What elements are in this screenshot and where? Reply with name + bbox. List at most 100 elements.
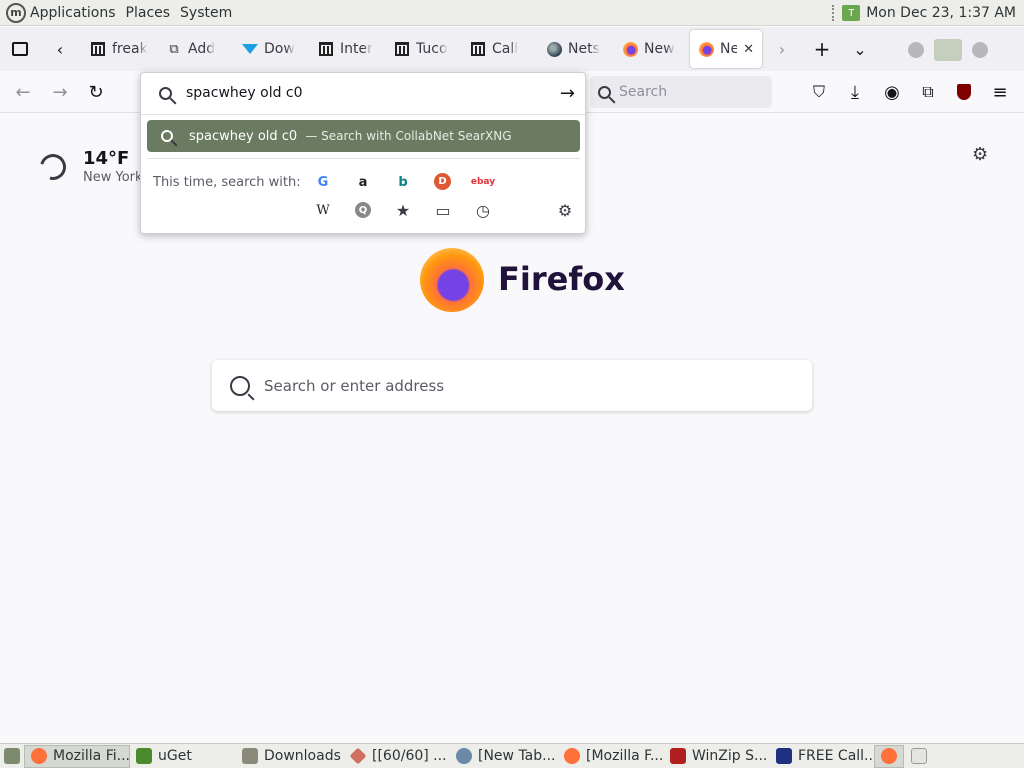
ebay-engine-icon[interactable]: ebay: [471, 171, 495, 193]
menu-places[interactable]: Places: [126, 5, 171, 21]
tab-tuco[interactable]: Tuco: [386, 30, 462, 68]
bing-engine-icon[interactable]: b: [392, 171, 414, 193]
terminal-icon[interactable]: T: [842, 5, 861, 21]
new-tab-search-input[interactable]: Search or enter address: [212, 360, 812, 411]
puzzle-piece-icon: ⧉: [922, 82, 934, 101]
search-suggestion-row[interactable]: spacwhey old c0 — Search with CollabNet …: [147, 120, 580, 152]
library-icon: [394, 41, 410, 57]
firefox-icon: [622, 41, 638, 57]
google-engine-icon[interactable]: G: [312, 171, 334, 193]
taskbar-item[interactable]: Mozilla Fi...: [24, 744, 130, 768]
library-icon: [470, 41, 486, 57]
amazon-engine-icon[interactable]: a: [352, 171, 374, 193]
arrow-left-icon: ←: [15, 81, 31, 103]
pocket-icon: ⛉: [812, 82, 825, 101]
desktop-icon: [4, 748, 20, 764]
moon-icon: [35, 149, 71, 185]
taskbar-item[interactable]: Downloads: [236, 745, 344, 768]
tab-add[interactable]: ⧉ Add: [158, 30, 234, 68]
tabs-icon[interactable]: ▭: [432, 199, 454, 221]
search-icon: [159, 86, 172, 100]
url-input-value: spacwhey old c0: [186, 85, 303, 101]
duckduckgo-engine-icon[interactable]: D: [434, 173, 451, 190]
ublock-shield-icon: [957, 84, 971, 100]
ublock-button[interactable]: [951, 79, 977, 105]
bottom-taskbar: Mozilla Fi... uGet Downloads [[60/60] ..…: [0, 743, 1024, 768]
tab-nets[interactable]: Nets: [538, 30, 614, 68]
new-tab-search-placeholder: Search or enter address: [264, 376, 445, 395]
chevron-left-icon: ‹: [56, 39, 64, 59]
show-desktop-button[interactable]: [0, 745, 24, 768]
workspace-2-button[interactable]: [904, 745, 934, 768]
app-menu-button[interactable]: ≡: [987, 79, 1013, 105]
extensions-button[interactable]: ⧉: [915, 79, 941, 105]
tab-freak[interactable]: freak: [82, 30, 158, 68]
globe-icon: [456, 748, 472, 764]
globe-icon: [546, 41, 562, 57]
reload-button[interactable]: ↻: [83, 79, 109, 105]
wikipedia-engine-icon[interactable]: W: [312, 199, 334, 221]
plus-icon: +: [813, 37, 831, 61]
downloads-button[interactable]: ⤓: [842, 79, 868, 105]
close-window-button[interactable]: [972, 42, 988, 58]
scroll-tabs-right-button[interactable]: ›: [768, 35, 796, 63]
firefox-icon: [698, 41, 714, 57]
taskbar-item[interactable]: uGet: [130, 745, 236, 768]
maximize-button[interactable]: [934, 39, 962, 61]
taskbar-item[interactable]: FREE Call...: [770, 745, 874, 768]
workspace-1-button[interactable]: [874, 744, 904, 768]
tab-download[interactable]: Dow: [234, 30, 310, 68]
account-button[interactable]: ◉: [879, 79, 905, 105]
hamburger-menu-icon: ≡: [992, 81, 1008, 103]
mint-logo-icon[interactable]: m: [6, 2, 26, 23]
panel-grip-icon: [832, 5, 836, 21]
tab-active-new-tab[interactable]: Ne ✕: [690, 30, 762, 68]
pocket-button[interactable]: ⛉: [806, 79, 832, 105]
tab-call[interactable]: Call: [462, 30, 538, 68]
menu-system[interactable]: System: [180, 5, 232, 21]
bookmarks-star-icon[interactable]: ★: [392, 199, 414, 221]
suggestion-engine-label: — Search with CollabNet SearXNG: [305, 128, 512, 143]
new-tab-button[interactable]: +: [808, 35, 836, 63]
chevron-down-icon: ⌄: [853, 39, 867, 59]
back-button[interactable]: ←: [10, 79, 36, 105]
search-settings-gear-icon[interactable]: ⚙: [554, 199, 576, 221]
scroll-tabs-left-button[interactable]: ‹: [46, 35, 74, 63]
firefox-view-button[interactable]: [6, 35, 34, 63]
minimize-button[interactable]: [908, 42, 924, 58]
firefox-icon: [564, 748, 580, 764]
extension-icon: ⧉: [169, 41, 179, 57]
clock[interactable]: Mon Dec 23, 1:37 AM: [866, 5, 1016, 21]
close-tab-icon[interactable]: ✕: [743, 42, 754, 57]
history-clock-icon[interactable]: ◷: [472, 199, 494, 221]
taskbar-item[interactable]: [Mozilla F...: [558, 745, 664, 768]
winzip-icon: [670, 748, 686, 764]
forward-button[interactable]: →: [47, 79, 73, 105]
searx-engine-icon[interactable]: Q: [355, 202, 371, 218]
tab-strip: ‹ freak ⧉ Add Dow Inter Tuco Call Nets Ne…: [0, 27, 1024, 71]
library-icon: [318, 41, 334, 57]
tab-inter[interactable]: Inter: [310, 30, 386, 68]
go-arrow-icon[interactable]: →: [560, 83, 575, 104]
diamond-icon: [349, 747, 367, 765]
weather-temperature: 14°F: [83, 148, 130, 169]
taskbar-item[interactable]: WinZip S...: [664, 745, 770, 768]
reload-icon: ↻: [88, 81, 104, 103]
taskbar-item[interactable]: [[60/60] ...: [344, 745, 450, 768]
toolbar-search-placeholder: Search: [619, 84, 668, 100]
page-settings-gear-icon[interactable]: ⚙: [972, 144, 988, 165]
library-icon: [90, 41, 106, 57]
firefox-icon: [31, 748, 47, 764]
arrow-right-icon: →: [52, 81, 68, 103]
menu-applications[interactable]: Applications: [30, 5, 116, 21]
suggestion-text: spacwhey old c0: [189, 128, 298, 144]
uget-icon: [136, 748, 152, 764]
taskbar-item[interactable]: [New Tab...: [450, 745, 558, 768]
one-off-search-label: This time, search with:: [153, 175, 301, 190]
search-icon: [161, 130, 173, 142]
toolbar-search-field[interactable]: Search: [590, 76, 772, 108]
tab-new[interactable]: New: [614, 30, 690, 68]
url-input[interactable]: spacwhey old c0: [141, 73, 585, 113]
search-icon: [598, 85, 611, 99]
list-all-tabs-button[interactable]: ⌄: [846, 35, 874, 63]
